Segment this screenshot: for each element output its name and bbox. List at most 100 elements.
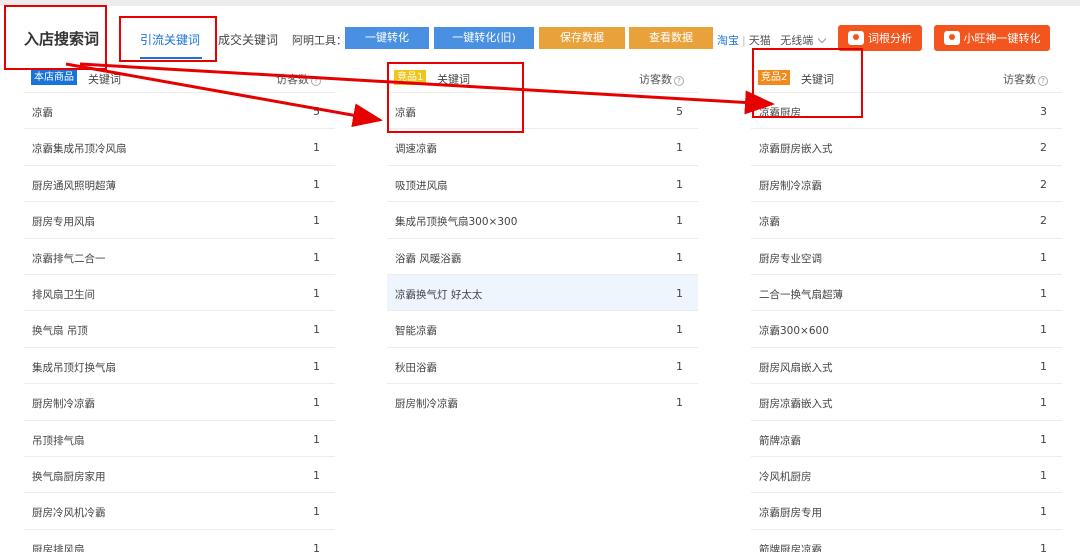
table-row[interactable]: 箭牌凉霸 1 — [751, 419, 1062, 456]
table-row[interactable]: 厨房制冷凉霸 1 — [24, 383, 335, 419]
top-border — [0, 0, 1080, 6]
help-icon[interactable]: ? — [674, 76, 684, 86]
row-visitors: 1 — [676, 177, 683, 191]
table-row[interactable]: 箭牌厨房凉霸 1 — [751, 528, 1062, 552]
row-keyword: 凉霸换气灯 好太太 — [395, 288, 483, 301]
table-row[interactable]: 凉霸 5 — [387, 92, 698, 128]
row-keyword: 厨房专用风扇 — [32, 216, 95, 229]
tools-label: 阿明工具： — [292, 34, 347, 47]
xiaowangshen-convert-button[interactable]: 小旺神一键转化 — [934, 25, 1050, 51]
table-row[interactable]: 凉霸厨房嵌入式 2 — [751, 128, 1062, 164]
table-row[interactable]: 凉霸厨房专用 1 — [751, 492, 1062, 528]
table-row[interactable]: 浴霸 风暖浴霸 1 — [387, 237, 698, 274]
table-row[interactable]: 秋田浴霸 1 — [387, 346, 698, 383]
table-row[interactable]: 凉霸 2 — [751, 201, 1062, 237]
keyword-header: 关键词 — [801, 73, 834, 86]
table-row[interactable]: 厨房通风照明超薄 1 — [24, 164, 335, 201]
row-keyword: 智能凉霸 — [395, 325, 437, 338]
table-row[interactable]: 集成吊顶换气扇300×300 1 — [387, 201, 698, 237]
row-keyword: 厨房专业空调 — [759, 252, 822, 265]
row-visitors: 2 — [1040, 177, 1047, 191]
root-word-analysis-button[interactable]: 词根分析 — [838, 25, 922, 51]
one-click-convert-button[interactable]: 一键转化 — [345, 27, 429, 49]
competitor-2-badge: 竞品2 — [758, 70, 791, 85]
table-row[interactable]: 凉霸换气灯 好太太 1 — [387, 273, 698, 311]
table-row[interactable]: 厨房制冷凉霸 2 — [751, 164, 1062, 201]
table-row[interactable]: 凉霸排气二合一 1 — [24, 237, 335, 274]
table-row[interactable]: 凉霸 5 — [24, 92, 335, 128]
table-row[interactable]: 厨房凉霸嵌入式 1 — [751, 383, 1062, 419]
table-row[interactable]: 智能凉霸 1 — [387, 310, 698, 346]
row-visitors: 1 — [676, 214, 683, 228]
table-row[interactable]: 吸顶进风扇 1 — [387, 164, 698, 201]
table-row[interactable]: 冷风机厨房 1 — [751, 455, 1062, 492]
table-row[interactable]: 二合一换气扇超薄 1 — [751, 273, 1062, 310]
view-data-button[interactable]: 查看数据 — [629, 27, 713, 49]
platform-taobao[interactable]: 淘宝 — [717, 34, 739, 47]
table-row[interactable]: 换气扇厨房家用 1 — [24, 455, 335, 492]
row-visitors: 1 — [1040, 286, 1047, 300]
table-row[interactable]: 凉霸集成吊顶冷风扇 1 — [24, 128, 335, 164]
competitor-1-badge: 竞品1 — [394, 70, 427, 85]
tab-traffic-keywords[interactable]: 引流关键词 — [140, 31, 200, 48]
row-visitors: 1 — [1040, 396, 1047, 410]
row-visitors: 1 — [313, 359, 320, 373]
table-row[interactable]: 换气扇 吊顶 1 — [24, 310, 335, 346]
row-visitors: 1 — [313, 432, 320, 446]
table-row[interactable]: 厨房风扇嵌入式 1 — [751, 346, 1062, 383]
table-row[interactable]: 厨房排风扇 1 — [24, 528, 335, 552]
row-visitors: 1 — [313, 468, 320, 482]
row-visitors: 2 — [1040, 214, 1047, 228]
row-keyword: 凉霸厨房专用 — [759, 507, 822, 520]
platform-tmall[interactable]: 天猫 — [749, 34, 771, 47]
row-visitors: 5 — [313, 105, 320, 118]
table-row[interactable]: 厨房专业空调 1 — [751, 237, 1062, 274]
row-keyword: 凉霸厨房嵌入式 — [759, 143, 833, 156]
visitors-header: 访客数? — [1003, 71, 1048, 87]
row-visitors: 1 — [1040, 505, 1047, 519]
root-word-analysis-label: 词根分析 — [868, 32, 912, 45]
row-keyword: 秋田浴霸 — [395, 361, 437, 374]
help-icon[interactable]: ? — [311, 76, 321, 86]
table-row[interactable]: 厨房制冷凉霸 1 — [387, 383, 698, 419]
row-visitors: 1 — [676, 396, 683, 410]
active-tab-indicator — [140, 57, 202, 59]
table-row[interactable]: 排风扇卫生间 1 — [24, 273, 335, 310]
row-keyword: 厨房制冷凉霸 — [395, 398, 458, 411]
help-icon[interactable]: ? — [1038, 76, 1048, 86]
row-keyword: 凉霸 — [32, 107, 53, 119]
row-keyword: 箭牌凉霸 — [759, 434, 801, 447]
one-click-convert-old-button[interactable]: 一键转化(旧) — [434, 27, 534, 49]
row-keyword: 吊顶排气扇 — [32, 434, 85, 447]
row-keyword: 排风扇卫生间 — [32, 288, 95, 301]
table-row[interactable]: 调速凉霸 1 — [387, 128, 698, 164]
table-row[interactable]: 凉霸厨房 3 — [751, 92, 1062, 128]
save-data-button[interactable]: 保存数据 — [539, 27, 625, 49]
row-keyword: 冷风机厨房 — [759, 470, 812, 483]
device-select[interactable]: 无线端 — [780, 34, 827, 47]
row-visitors: 1 — [676, 250, 683, 264]
competitor-2-keyword-table: 竞品2 关键词 访客数? 凉霸厨房 3 凉霸厨房嵌入式 2 厨房制冷凉霸 2 凉霸 2 厨房专业… — [751, 62, 1062, 552]
row-keyword: 二合一换气扇超薄 — [759, 288, 843, 301]
table-row[interactable]: 集成吊顶灯换气扇 1 — [24, 346, 335, 383]
row-keyword: 凉霸厨房 — [759, 107, 801, 119]
camera-icon — [848, 31, 864, 45]
visitors-header: 访客数? — [276, 71, 321, 87]
table-row[interactable]: 吊顶排气扇 1 — [24, 419, 335, 456]
tab-deal-keywords[interactable]: 成交关键词 — [218, 31, 278, 48]
xiaowangshen-convert-label: 小旺神一键转化 — [963, 32, 1041, 45]
row-keyword: 厨房排风扇 — [32, 543, 85, 552]
row-visitors: 1 — [1040, 323, 1047, 337]
table-row[interactable]: 厨房冷风机冷霸 1 — [24, 492, 335, 528]
row-visitors: 1 — [676, 359, 683, 373]
row-visitors: 1 — [313, 214, 320, 228]
row-visitors: 5 — [676, 105, 683, 118]
row-keyword: 厨房制冷凉霸 — [32, 398, 95, 411]
row-keyword: 厨房凉霸嵌入式 — [759, 398, 833, 411]
row-visitors: 1 — [313, 323, 320, 337]
table-row[interactable]: 厨房专用风扇 1 — [24, 201, 335, 237]
table-row[interactable]: 凉霸300×600 1 — [751, 310, 1062, 346]
row-keyword: 调速凉霸 — [395, 143, 437, 156]
own-store-badge: 本店商品 — [31, 70, 77, 85]
row-keyword: 换气扇厨房家用 — [32, 470, 106, 483]
